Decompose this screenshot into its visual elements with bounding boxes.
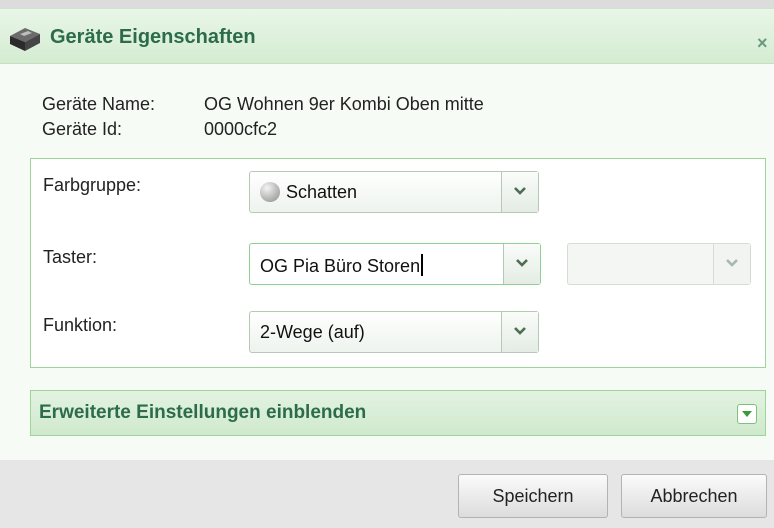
- dialog-title: Geräte Eigenschaften: [50, 26, 256, 48]
- device-id-label: Geräte Id:: [42, 119, 123, 139]
- farbgruppe-select[interactable]: Schatten: [249, 171, 539, 213]
- save-button[interactable]: Speichern: [458, 474, 608, 518]
- chevron-down-icon: [516, 259, 528, 267]
- settings-fieldset: Farbgruppe: Schatten Taster: OG Pia Büro…: [30, 158, 766, 368]
- chevron-down-icon: [726, 259, 738, 267]
- close-icon[interactable]: ×: [757, 33, 768, 54]
- chevron-down-icon: [742, 411, 752, 417]
- dialog-footer: Speichern Abbrechen: [0, 460, 774, 528]
- taster-select[interactable]: OG Pia Büro Storen: [249, 243, 541, 285]
- funktion-select[interactable]: 2-Wege (auf): [249, 311, 539, 353]
- taster-secondary-select[interactable]: [567, 243, 751, 285]
- device-name-label: Geräte Name:: [42, 94, 156, 114]
- top-border: [0, 0, 774, 8]
- device-id-value: 0000cfc2: [204, 119, 278, 139]
- device-icon: [10, 28, 40, 51]
- farbgruppe-value: Schatten: [286, 182, 358, 202]
- farbgruppe-label: Farbgruppe:: [43, 175, 142, 195]
- device-properties-dialog: Geräte Eigenschaften × Geräte Name: OG W…: [0, 0, 774, 528]
- funktion-label: Funktion:: [43, 315, 118, 335]
- taster-dropdown-trigger[interactable]: [503, 244, 540, 284]
- taster-label: Taster:: [43, 247, 98, 267]
- expand-button[interactable]: [737, 404, 757, 424]
- taster-value: OG Pia Büro Storen: [260, 256, 421, 276]
- funktion-value: 2-Wege (auf): [260, 322, 365, 342]
- device-name-value: OG Wohnen 9er Kombi Oben mitte: [204, 94, 484, 114]
- taster-secondary-dropdown-trigger[interactable]: [713, 244, 750, 284]
- advanced-settings-label: Erweiterte Einstellungen einblenden: [39, 402, 367, 423]
- advanced-settings-panel[interactable]: Erweiterte Einstellungen einblenden: [30, 390, 766, 436]
- cancel-button[interactable]: Abbrechen: [621, 474, 767, 518]
- chevron-down-icon: [514, 187, 526, 195]
- text-cursor: [421, 254, 424, 276]
- gray-circle-icon: [260, 182, 280, 202]
- farbgruppe-dropdown-trigger[interactable]: [501, 172, 538, 212]
- funktion-dropdown-trigger[interactable]: [501, 312, 538, 352]
- dialog-header[interactable]: Geräte Eigenschaften ×: [0, 8, 774, 64]
- chevron-down-icon: [514, 327, 526, 335]
